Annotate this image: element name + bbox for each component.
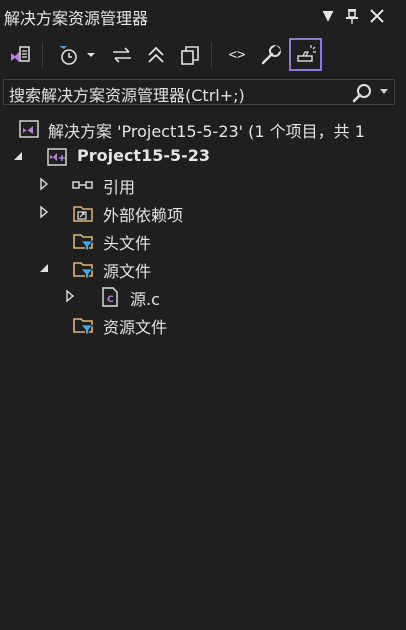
expanded-arrow-icon[interactable] xyxy=(12,149,24,163)
solution-explorer-toolbar: <> xyxy=(0,34,406,76)
filter-folder-icon xyxy=(73,318,94,335)
chevron-down-icon: ▼ xyxy=(322,8,334,24)
switch-views-button[interactable] xyxy=(4,39,36,71)
properties-button[interactable] xyxy=(255,39,287,71)
tree-item-external-dependencies[interactable]: 外部依赖项 xyxy=(0,199,406,227)
expanded-arrow-icon[interactable] xyxy=(38,261,50,275)
solution-label: 解决方案 'Project15-5-23' (1 个项目，共 1 xyxy=(48,122,365,141)
filter-folder-icon xyxy=(73,234,94,251)
search-options-dropdown[interactable] xyxy=(380,89,388,94)
window-position-dropdown[interactable]: ▼ xyxy=(318,6,338,26)
chevron-down-icon xyxy=(87,53,95,57)
tree-item-references[interactable]: 引用 xyxy=(0,171,406,199)
search-icon[interactable] xyxy=(352,83,372,103)
sync-with-active-document-button[interactable] xyxy=(106,39,138,71)
references-icon xyxy=(72,181,93,189)
tree-item-solution[interactable]: 解决方案 'Project15-5-23' (1 个项目，共 1 xyxy=(0,115,406,143)
search-box[interactable]: 搜索解决方案资源管理器(Ctrl+;) xyxy=(3,79,395,105)
filter-folder-icon xyxy=(73,262,94,279)
switch-views-icon xyxy=(11,46,30,62)
tree-item-resource-files[interactable]: 资源文件 xyxy=(0,311,406,339)
preview-selected-items-button[interactable] xyxy=(289,38,322,71)
wrench-icon xyxy=(261,44,282,65)
show-all-files-button[interactable] xyxy=(174,39,206,71)
code-icon: <> xyxy=(228,47,246,63)
collapsed-arrow-icon[interactable] xyxy=(64,289,76,303)
show-all-files-icon xyxy=(181,46,199,65)
close-button[interactable] xyxy=(367,6,387,26)
clock-icon xyxy=(59,46,77,65)
pending-changes-dropdown[interactable] xyxy=(82,39,100,71)
collapsed-arrow-icon[interactable] xyxy=(38,205,50,219)
toolbar-separator xyxy=(42,42,43,68)
preview-icon xyxy=(296,44,316,62)
tree-item-project[interactable]: Project15-5-23 xyxy=(0,143,406,171)
pin-button[interactable] xyxy=(342,6,362,26)
tree-item-header-files[interactable]: 头文件 xyxy=(0,227,406,255)
project-label: Project15-5-23 xyxy=(77,146,211,165)
panel-title: 解决方案资源管理器 xyxy=(4,9,149,28)
cpp-project-icon xyxy=(47,148,67,166)
collapsed-arrow-icon[interactable] xyxy=(38,177,50,191)
panel-titlebar: 解决方案资源管理器 ▼ xyxy=(0,0,406,32)
collapse-all-button[interactable] xyxy=(140,39,172,71)
svg-text:C: C xyxy=(107,295,114,305)
source-files-label: 源文件 xyxy=(103,262,152,281)
header-files-label: 头文件 xyxy=(103,234,152,253)
search-input[interactable]: 搜索解决方案资源管理器(Ctrl+;) xyxy=(9,82,245,106)
references-label: 引用 xyxy=(103,178,136,197)
close-icon xyxy=(370,9,384,23)
external-dependencies-label: 外部依赖项 xyxy=(103,206,184,225)
collapse-all-icon xyxy=(148,46,164,63)
pending-changes-filter-button[interactable] xyxy=(52,39,84,71)
pin-icon xyxy=(346,9,358,24)
external-dependencies-icon xyxy=(73,206,93,222)
solution-icon xyxy=(19,120,39,138)
source-c-label: 源.c xyxy=(130,290,160,309)
c-file-icon: C xyxy=(102,287,118,307)
resource-files-label: 资源文件 xyxy=(103,318,168,337)
toolbar-separator xyxy=(211,42,212,68)
tree-item-source-c[interactable]: C 源.c xyxy=(0,283,406,311)
view-code-button[interactable]: <> xyxy=(221,39,253,71)
sync-arrows-icon xyxy=(113,47,131,63)
tree-item-source-files[interactable]: 源文件 xyxy=(0,255,406,283)
